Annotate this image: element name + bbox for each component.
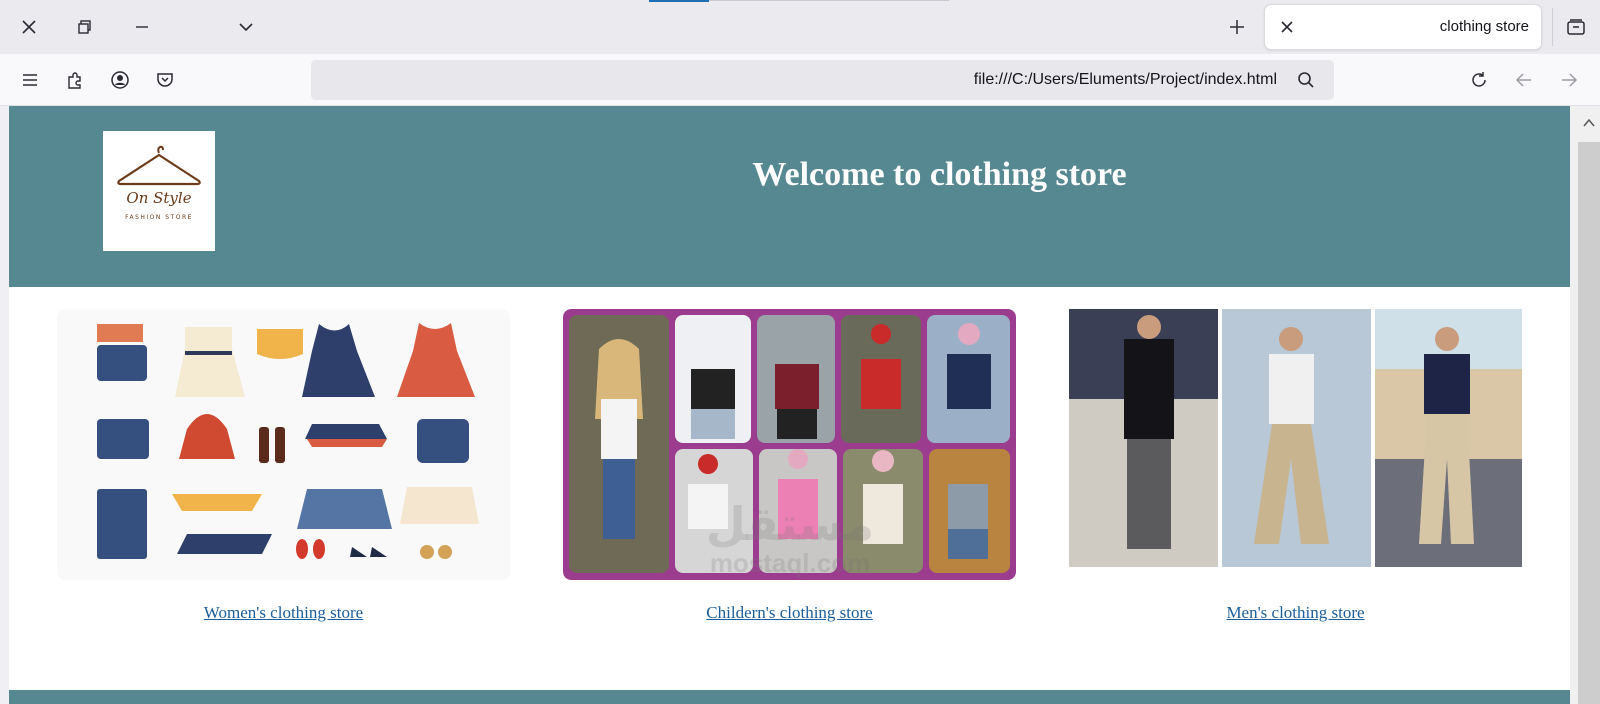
search-icon[interactable] — [1292, 66, 1320, 94]
page-viewport: On Style FASHION STORE Welcome to clothi… — [9, 106, 1570, 704]
url-text[interactable]: file:///C:/Users/Eluments/Project/index.… — [974, 71, 1277, 89]
inactive-tab-indicator[interactable] — [649, 0, 709, 2]
tab-list-chevron-icon[interactable] — [231, 12, 261, 42]
menu-hamburger-icon[interactable] — [14, 64, 46, 96]
firefox-view-icon[interactable] — [1561, 12, 1591, 42]
pocket-icon[interactable] — [149, 64, 181, 96]
tab-strip: clothing store — [0, 0, 1600, 54]
men-store-link[interactable]: Men's clothing store — [1069, 603, 1522, 623]
account-icon[interactable] — [104, 64, 136, 96]
site-header: On Style FASHION STORE Welcome to clothi… — [9, 106, 1570, 287]
restore-window-icon[interactable] — [70, 12, 100, 42]
site-footer — [9, 690, 1570, 704]
watermark: مستقل mostaql.com — [690, 500, 890, 579]
women-store-image[interactable] — [57, 309, 510, 580]
watermark-latin: mostaql.com — [709, 548, 871, 578]
address-bar[interactable]: file:///C:/Users/Eluments/Project/index.… — [311, 60, 1334, 100]
women-store-link[interactable]: Women's clothing store — [57, 603, 510, 623]
navigation-toolbar: file:///C:/Users/Eluments/Project/index.… — [0, 54, 1600, 106]
extensions-puzzle-icon[interactable] — [59, 64, 91, 96]
tab-close-icon[interactable] — [1273, 13, 1301, 41]
back-arrow-icon[interactable] — [1508, 64, 1540, 96]
forward-arrow-icon[interactable] — [1553, 64, 1585, 96]
page-title: Welcome to clothing store — [752, 156, 1127, 193]
tab-title: clothing store — [1439, 18, 1529, 35]
minimize-window-icon[interactable] — [127, 12, 157, 42]
tab-separator — [709, 0, 949, 1]
reload-icon[interactable] — [1463, 64, 1495, 96]
store-logo[interactable]: On Style FASHION STORE — [103, 131, 215, 251]
svg-text:FASHION STORE: FASHION STORE — [125, 214, 193, 221]
close-window-icon[interactable] — [14, 12, 44, 42]
active-tab[interactable]: clothing store — [1265, 5, 1541, 49]
watermark-arabic: مستقل — [705, 497, 875, 551]
men-store-image[interactable] — [1069, 309, 1522, 580]
vertical-scrollbar[interactable] — [1570, 106, 1600, 704]
scroll-up-arrow-icon[interactable] — [1578, 112, 1600, 134]
scrollbar-thumb[interactable] — [1578, 142, 1600, 704]
svg-text:On Style: On Style — [126, 189, 191, 207]
new-tab-plus-icon[interactable] — [1222, 12, 1252, 42]
tabbar-divider — [1552, 8, 1553, 46]
men-fashion-photos-icon — [1069, 309, 1522, 567]
children-store-link[interactable]: Childern's clothing store — [563, 603, 1016, 623]
